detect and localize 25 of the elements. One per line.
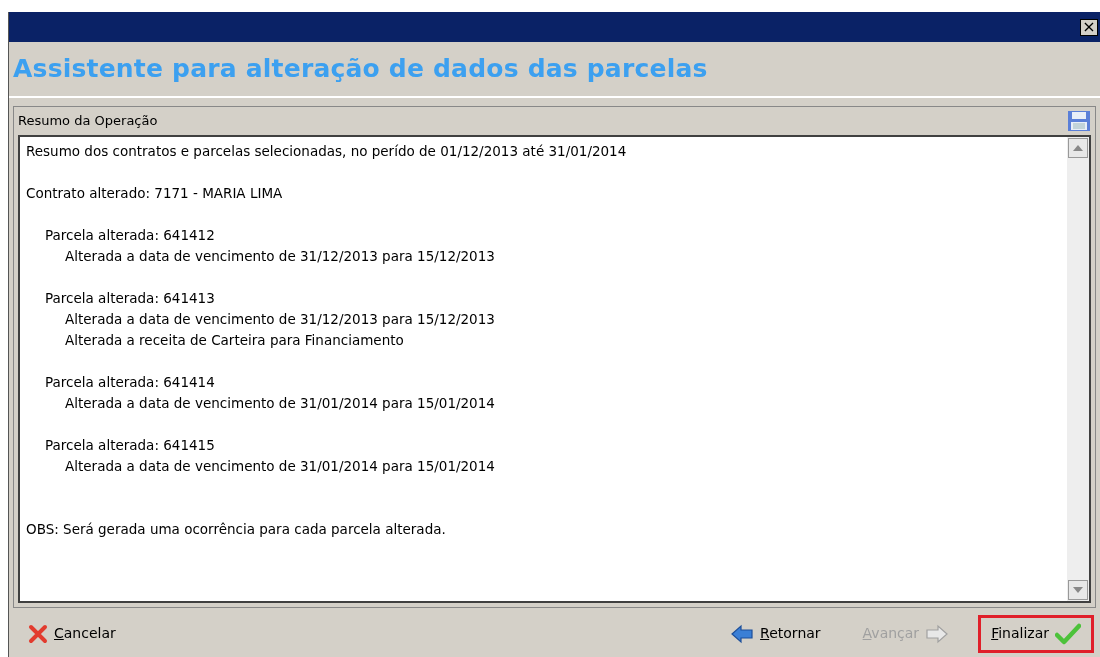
change-line: Alterada a data de vencimento de 31/01/2014 para 15/01/2014 xyxy=(64,394,496,413)
parcel-line: Parcela alterada: 641414 xyxy=(45,373,216,392)
wizard-title: Assistente para alteração de dados das parcelas xyxy=(13,53,708,86)
change-line: Alterada a data de vencimento de 31/12/2013 para 15/12/2013 xyxy=(64,310,496,329)
change-line: Alterada a data de vencimento de 31/12/2013 para 15/12/2013 xyxy=(64,247,496,266)
back-button[interactable]: Retornar xyxy=(717,614,834,653)
parcel-line: Parcela alterada: 641412 xyxy=(45,226,216,245)
close-button[interactable]: × xyxy=(1080,18,1098,36)
checkmark-icon xyxy=(1055,622,1081,645)
scroll-up-icon[interactable] xyxy=(1068,138,1088,158)
cancel-button[interactable]: Cancelar xyxy=(15,614,129,653)
finish-button[interactable]: Finalizar xyxy=(978,614,1094,653)
arrow-left-icon xyxy=(730,623,755,644)
parcel-line: Parcela alterada: 641415 xyxy=(45,436,216,455)
x-icon xyxy=(28,623,48,644)
change-line: Alterada a receita de Carteira para Financiamento xyxy=(64,331,405,350)
contract-line: Contrato alterado: 7171 - MARIA LIMA xyxy=(26,184,284,203)
summary-intro: Resumo dos contratos e parcelas selecionadas, no perído de 01/12/2013 até 31/01/2014 xyxy=(26,142,628,161)
scroll-down-icon[interactable] xyxy=(1068,580,1088,600)
arrow-right-icon xyxy=(925,623,950,644)
parcel-line: Parcela alterada: 641413 xyxy=(45,289,216,308)
note-text: OBS: Será gerada uma ocorrência para cada parcela alterada. xyxy=(26,520,447,539)
change-line: Alterada a data de vencimento de 31/01/2014 para 15/01/2014 xyxy=(64,457,496,476)
scrollbar[interactable] xyxy=(1067,137,1089,601)
panel-title: Resumo da Operação xyxy=(18,112,158,131)
